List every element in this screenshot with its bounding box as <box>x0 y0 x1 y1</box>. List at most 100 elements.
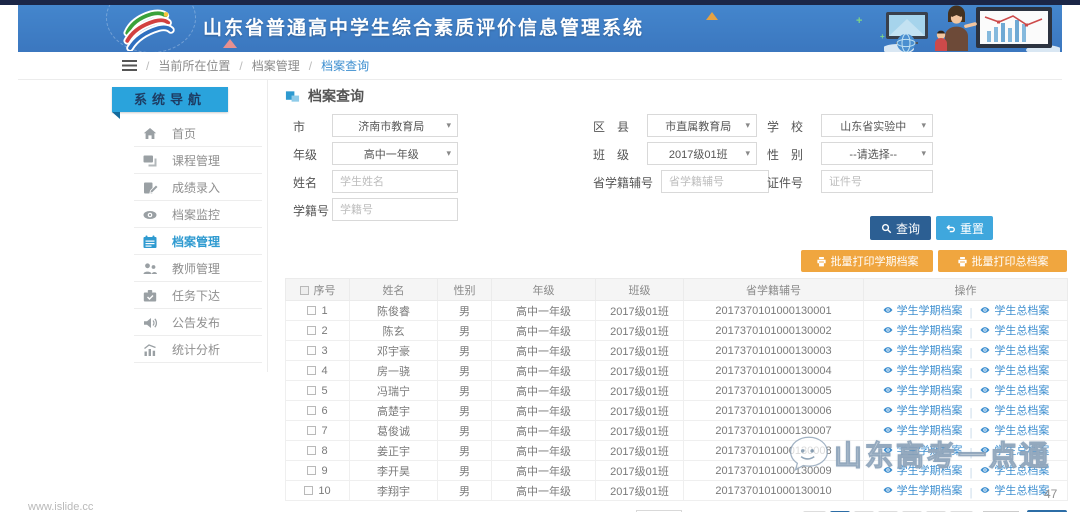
eye-icon <box>979 464 991 476</box>
select-all-checkbox[interactable] <box>300 286 309 295</box>
eye-icon <box>979 364 991 376</box>
filter-id-number-input[interactable] <box>821 170 933 193</box>
student-total-archive-link[interactable]: 学生总档案 <box>979 402 1049 418</box>
filter-id-number: 证件号 <box>285 170 1067 192</box>
sidebar-item-archive-manage[interactable]: 档案管理 <box>110 228 268 255</box>
sidebar-item-archive-monitor[interactable]: 档案监控 <box>110 201 268 228</box>
sidebar-menu: 首页课程管理成绩录入档案监控档案管理教师管理任务下达公告发布统计分析 <box>110 120 268 363</box>
eye-icon <box>979 304 991 316</box>
eye-icon <box>979 404 991 416</box>
student-semester-archive-link[interactable]: 学生学期档案 <box>882 482 963 498</box>
student-semester-archive-link[interactable]: 学生学期档案 <box>882 462 963 478</box>
grade-entry-icon <box>142 180 158 196</box>
filter-school-label: 学 校 <box>767 118 803 135</box>
batch-print-total-button[interactable]: 批量打印总档案 <box>938 250 1067 272</box>
student-total-archive-link[interactable]: 学生总档案 <box>979 322 1049 338</box>
student-semester-archive-link[interactable]: 学生学期档案 <box>882 442 963 458</box>
sidebar-item-courses[interactable]: 课程管理 <box>110 147 268 174</box>
course-icon <box>142 153 158 169</box>
column-header: 序号 <box>286 279 350 301</box>
printer-icon <box>957 256 968 267</box>
student-total-archive-link[interactable]: 学生总档案 <box>979 382 1049 398</box>
row-checkbox[interactable] <box>307 446 316 455</box>
row-checkbox[interactable] <box>307 406 316 415</box>
row-checkbox[interactable] <box>307 346 316 355</box>
table-row: 2陈玄男高中一年级2017级01班2017370101000130002学生学期… <box>286 321 1068 341</box>
student-semester-archive-link[interactable]: 学生学期档案 <box>882 402 963 418</box>
filter-school: 学 校 山东省实验中▾ <box>285 114 1067 136</box>
app-title: 山东省普通高中学生综合素质评价信息管理系统 <box>203 5 644 52</box>
home-icon <box>142 126 158 142</box>
student-total-archive-link[interactable]: 学生总档案 <box>979 362 1049 378</box>
column-header: 班级 <box>596 279 684 301</box>
table-row: 7葛俊诚男高中一年级2017级01班2017370101000130007学生学… <box>286 421 1068 441</box>
row-checkbox[interactable] <box>307 466 316 475</box>
row-checkbox[interactable] <box>304 486 313 495</box>
table-row: 3邓宇豪男高中一年级2017级01班2017370101000130003学生学… <box>286 341 1068 361</box>
table-footer: 显示 1 到 10 条，共 49 条 每页显示: 10 ▾ 条 <<12345>… <box>285 508 1067 512</box>
filter-school-select[interactable]: 山东省实验中▾ <box>821 114 933 137</box>
table-row: 5冯瑞宁男高中一年级2017级01班2017370101000130005学生学… <box>286 381 1068 401</box>
search-button[interactable]: 查询 <box>870 216 931 240</box>
ribbon-fold <box>112 112 120 119</box>
sidebar-item-teachers[interactable]: 教师管理 <box>110 255 268 282</box>
row-checkbox[interactable] <box>307 306 316 315</box>
student-total-archive-link[interactable]: 学生总档案 <box>979 422 1049 438</box>
breadcrumb-archive-manage[interactable]: 档案管理 <box>252 57 300 74</box>
archive-manage-icon <box>142 234 158 250</box>
eye-icon <box>882 384 894 396</box>
announce-icon <box>142 315 158 331</box>
main-content: 档案查询 市济南市教育局▾区 县市直属教育局▾学 校山东省实验中▾年级高中一年级… <box>285 80 1067 510</box>
eye-icon <box>882 304 894 316</box>
column-header: 操作 <box>864 279 1068 301</box>
printer-icon <box>816 256 827 267</box>
page: 山东省普通高中学生综合素质评价信息管理系统 + + <box>0 0 1080 512</box>
menu-icon[interactable] <box>122 60 137 71</box>
sidebar-header: 系统导航 <box>112 87 228 112</box>
slide-page-number: 47 <box>1044 487 1057 501</box>
filter-student-id-input[interactable] <box>332 198 458 221</box>
table-body: 1陈俊睿男高中一年级2017级01班2017370101000130001学生学… <box>286 301 1068 501</box>
row-checkbox[interactable] <box>307 366 316 375</box>
student-semester-archive-link[interactable]: 学生学期档案 <box>882 362 963 378</box>
student-total-archive-link[interactable]: 学生总档案 <box>979 342 1049 358</box>
eye-icon <box>979 484 991 496</box>
student-total-archive-link[interactable]: 学生总档案 <box>979 482 1049 498</box>
task-icon <box>142 288 158 304</box>
student-semester-archive-link[interactable]: 学生学期档案 <box>882 342 963 358</box>
search-icon <box>881 223 892 234</box>
row-checkbox[interactable] <box>307 386 316 395</box>
sidebar-item-home[interactable]: 首页 <box>110 120 268 147</box>
sidebar-item-grade-entry[interactable]: 成绩录入 <box>110 174 268 201</box>
batch-print-semester-button[interactable]: 批量打印学期档案 <box>801 250 933 272</box>
sidebar-item-tasks[interactable]: 任务下达 <box>110 282 268 309</box>
filter-gender-select[interactable]: --请选择--▾ <box>821 142 933 165</box>
table-row: 4房一骁男高中一年级2017级01班2017370101000130004学生学… <box>286 361 1068 381</box>
student-semester-archive-link[interactable]: 学生学期档案 <box>882 302 963 318</box>
breadcrumb-archive-query[interactable]: 档案查询 <box>321 57 369 74</box>
student-total-archive-link[interactable]: 学生总档案 <box>979 302 1049 318</box>
student-semester-archive-link[interactable]: 学生学期档案 <box>882 422 963 438</box>
eye-icon <box>882 464 894 476</box>
banner-plus-decoration: + <box>856 15 862 27</box>
banner-arrow-decoration <box>706 12 718 20</box>
sidebar-item-announcements[interactable]: 公告发布 <box>110 309 268 336</box>
banner-arrow-decoration <box>223 39 237 48</box>
student-semester-archive-link[interactable]: 学生学期档案 <box>882 322 963 338</box>
row-checkbox[interactable] <box>307 426 316 435</box>
column-header: 年级 <box>492 279 596 301</box>
chevron-down-icon: ▾ <box>921 120 926 131</box>
banner-illustration <box>884 5 1060 52</box>
row-checkbox[interactable] <box>307 326 316 335</box>
table-row: 8姜正宇男高中一年级2017级01班2017370101000130008学生学… <box>286 441 1068 461</box>
table-header-row: 序号姓名性别年级班级省学籍辅号操作 <box>286 279 1068 301</box>
archive-monitor-icon <box>142 207 158 223</box>
reset-button[interactable]: 重置 <box>936 216 993 240</box>
sidebar-item-statistics[interactable]: 统计分析 <box>110 336 268 363</box>
eye-icon <box>882 324 894 336</box>
student-total-archive-link[interactable]: 学生总档案 <box>979 462 1049 478</box>
sidebar: 系统导航 首页课程管理成绩录入档案监控档案管理教师管理任务下达公告发布统计分析 <box>110 80 268 372</box>
stats-icon <box>142 342 158 358</box>
student-semester-archive-link[interactable]: 学生学期档案 <box>882 382 963 398</box>
student-total-archive-link[interactable]: 学生总档案 <box>979 442 1049 458</box>
